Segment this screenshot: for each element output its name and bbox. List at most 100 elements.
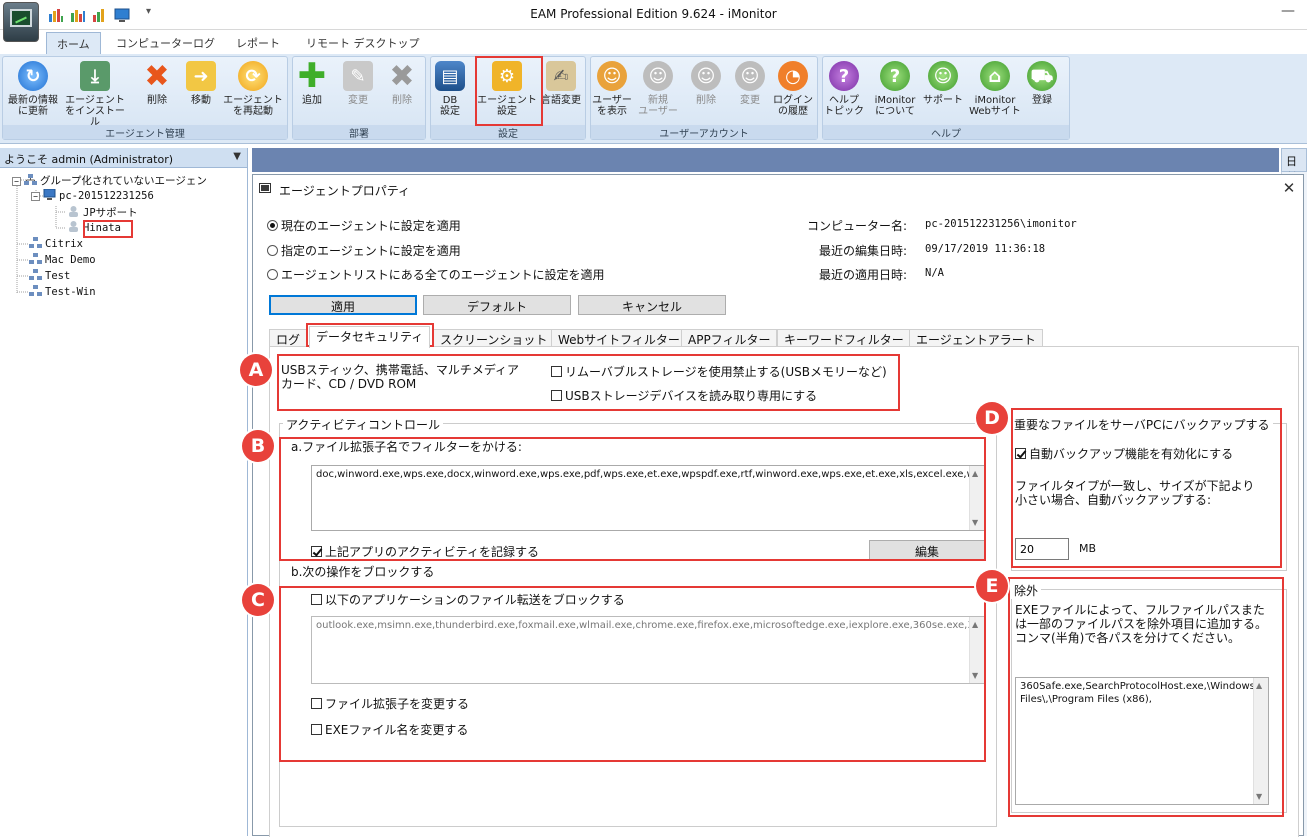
collapse-icon[interactable]: − [31,192,40,201]
tab-agent-alert[interactable]: エージェントアラート [909,329,1043,347]
apply-button[interactable]: 適用 [269,295,417,315]
tab-log[interactable]: ログ [269,329,308,347]
show-users-button[interactable]: ☺ ユーザー を表示 [587,61,637,123]
delete-department-button[interactable]: ✖ 削除 [377,61,427,123]
app-logo-icon[interactable] [3,2,39,42]
db-settings-button[interactable]: ▤ DB 設定 [425,61,475,123]
move-agent-button[interactable]: ➜ 移動 [171,61,231,123]
exclude-title: 除外 [1011,582,1042,599]
chart-bar-icon[interactable] [48,8,64,22]
tree-node-ungrouped[interactable]: − グループ化されていないエージェン [12,173,207,188]
main-header-strip [252,148,1279,172]
delete-user-button[interactable]: ☺ 削除 [681,61,731,123]
help-topic-button[interactable]: ? ヘルプ トピック [819,61,869,123]
extension-filter-textarea[interactable]: doc,winword.exe,wps.exe,docx,winword.exe… [311,465,985,531]
scrollbar[interactable]: ▲ ▼ [969,617,984,683]
date-column-header[interactable]: 日付 [1281,148,1307,184]
agent-settings-button[interactable]: ⚙ エージェント 設定 [475,61,539,123]
exclude-paths-textarea[interactable]: 360Safe.exe,SearchProtocolHost.exe,\Wind… [1015,677,1269,805]
minimize-button[interactable]: — [1278,3,1298,23]
about-question-icon: ? [880,61,910,91]
change-exe-name-checkbox[interactable]: EXEファイル名を変更する [311,721,468,738]
restart-agent-button[interactable]: ⟳ エージェント を再起動 [223,61,283,123]
users-icon: ☺ [597,61,627,91]
checkbox-icon [551,366,562,377]
language-button[interactable]: ✍ 言語変更 [533,61,589,123]
close-button[interactable]: ✕ [1279,179,1299,199]
quick-access-dropdown-icon[interactable]: ▾ [146,6,160,22]
block-apps-textarea[interactable]: outlook.exe,msimn.exe,thunderbird.exe,fo… [311,616,985,684]
network-group-icon [29,253,42,264]
support-button[interactable]: ☺ サポート [915,61,971,123]
register-button[interactable]: ⛟ 登録 [1017,61,1067,123]
website-button[interactable]: ⌂ iMonitor Webサイト [965,61,1025,123]
help-question-icon: ? [829,61,859,91]
block-operations-label: b.次の操作をブロックする [291,565,435,579]
tree-node-jp-support[interactable]: JPサポート [67,205,138,220]
backup-description: ファイルタイプが一致し、サイズが下記より 小さい場合、自動バックアップする: [1015,479,1255,507]
refresh-button[interactable]: ↻ 最新の情報 に更新 [3,61,63,123]
tab-data-security[interactable]: データセキュリティ [309,326,431,348]
default-button[interactable]: デフォルト [423,295,571,315]
delete-user-icon: ☺ [691,61,721,91]
edit-department-button[interactable]: ✎ 変更 [333,61,383,123]
network-group-icon [29,237,42,248]
ribbon-tab-home[interactable]: ホーム [46,32,101,54]
tab-screenshot[interactable]: スクリーンショット [433,329,555,347]
backup-size-input[interactable] [1015,538,1069,560]
tree-node-citrix[interactable]: Citrix [29,237,83,250]
user-icon [67,206,80,217]
chart-bar-color-icon[interactable] [70,8,86,22]
ribbon-tab-remote-desktop[interactable]: リモート デスクトップ [296,32,430,54]
edit-button[interactable]: 編集 [869,540,985,560]
last-edit-value: 09/17/2019 11:36:18 [925,243,1046,255]
badge-b: B [242,430,274,462]
network-group-icon [29,269,42,280]
login-history-button[interactable]: ◔ ログイン の履歴 [767,61,819,123]
radio-apply-all[interactable]: エージェントリストにある全てのエージェントに設定を適用 [267,266,605,283]
collapse-icon[interactable]: − [12,177,21,186]
ribbon-tab-computer-log[interactable]: コンピューターログ [106,32,225,54]
database-icon: ▤ [435,61,465,91]
checkbox-icon [311,698,322,709]
new-user-button[interactable]: ☺ 新規 ユーザー [633,61,683,123]
install-agent-icon: ⤓ [80,61,110,91]
support-person-icon: ☺ [928,61,958,91]
monitor-icon[interactable] [114,8,130,22]
last-apply-value: N/A [925,267,944,279]
block-file-transfer-checkbox[interactable]: 以下のアプリケーションのファイル転送をブロックする [311,591,625,608]
user-icon [67,221,80,232]
tree-node-test[interactable]: Test [29,269,70,282]
tree-node-test-win[interactable]: Test-Win [29,285,96,298]
auto-backup-checkbox[interactable]: 自動バックアップ機能を有効化にする [1015,445,1233,462]
chart-mixed-icon[interactable] [92,8,108,22]
scrollbar[interactable]: ▲ ▼ [969,466,984,530]
usb-readonly-checkbox[interactable]: USBストレージデバイスを読み取り専用にする [551,387,817,404]
title-bar: EAM Professional Edition 9.624 - iMonito… [0,0,1307,30]
radio-selected-icon [267,220,278,231]
tab-web-filter[interactable]: Webサイトフィルター [551,329,687,347]
add-department-button[interactable]: ✚ 追加 [287,59,337,123]
exclude-description: EXEファイルによって、フルファイルパスまた は一部のファイルパスを除外項目に追… [1015,603,1268,645]
ribbon-group-label: 部署 [293,125,425,140]
ribbon-tab-report[interactable]: レポート [226,32,290,54]
scrollbar[interactable]: ▲ ▼ [1253,678,1268,804]
install-agent-button[interactable]: ⤓ エージェント をインストール [65,61,125,128]
record-activity-checkbox[interactable]: 上記アプリのアクティビティを記録する [311,543,539,560]
tree-node-hinata[interactable]: Hinata [67,221,121,234]
tree-node-pc[interactable]: − pc-201512231256 [31,188,154,202]
window-icon [259,183,271,193]
block-removable-storage-checkbox[interactable]: リムーバブルストレージを使用禁止する(USBメモリーなど) [551,363,887,380]
tab-keyword-filter[interactable]: キーワードフィルター [777,329,911,347]
edit-pencil-icon: ✎ [343,61,373,91]
tree-node-mac-demo[interactable]: Mac Demo [29,253,96,266]
radio-apply-current[interactable]: 現在のエージェントに設定を適用 [267,217,461,234]
cancel-button[interactable]: キャンセル [578,295,726,315]
network-group-icon [24,174,37,185]
tab-app-filter[interactable]: APPフィルター [681,329,778,347]
change-extension-checkbox[interactable]: ファイル拡張子を変更する [311,695,469,712]
badge-d: D [976,402,1008,434]
checkbox-checked-icon [311,546,322,557]
last-edit-label: 最近の編集日時: [818,244,907,258]
radio-apply-specified[interactable]: 指定のエージェントに設定を適用 [267,242,461,259]
